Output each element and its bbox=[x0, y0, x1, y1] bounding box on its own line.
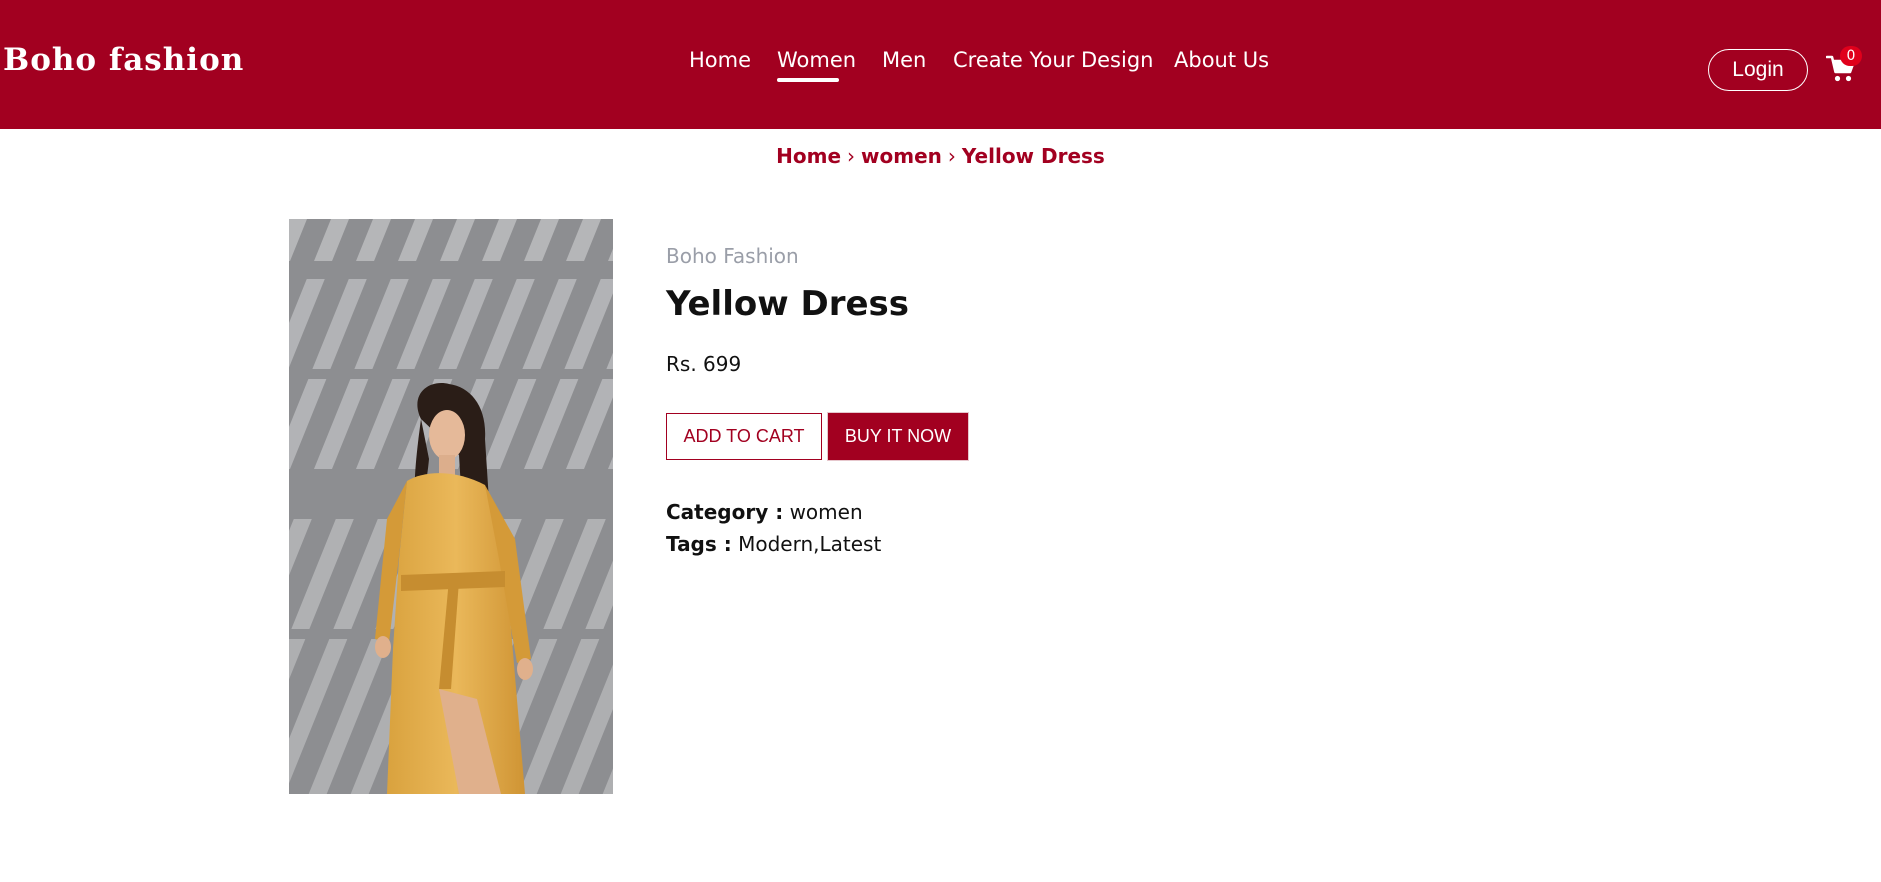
category-label: Category : bbox=[666, 500, 784, 524]
nav-about-us[interactable]: About Us bbox=[1174, 48, 1269, 72]
site-header: Boho fashion Home Women Men Create Your … bbox=[0, 0, 1881, 129]
product-photo bbox=[289, 219, 613, 794]
breadcrumb-home[interactable]: Home bbox=[776, 144, 841, 168]
product-tags: Tags : Modern,Latest bbox=[666, 532, 881, 556]
nav-home[interactable]: Home bbox=[689, 48, 751, 72]
breadcrumb-women[interactable]: women bbox=[861, 144, 942, 168]
cart-count-badge: 0 bbox=[1840, 46, 1862, 66]
nav-create-your-design[interactable]: Create Your Design bbox=[953, 48, 1153, 72]
breadcrumb-separator: › bbox=[847, 144, 856, 168]
breadcrumb-separator: › bbox=[947, 144, 956, 168]
breadcrumb-current: Yellow Dress bbox=[961, 144, 1105, 168]
nav-women[interactable]: Women bbox=[777, 48, 856, 82]
breadcrumb: Home › women › Yellow Dress bbox=[0, 144, 1881, 168]
product-title: Yellow Dress bbox=[666, 284, 909, 324]
product-brand: Boho Fashion bbox=[666, 244, 799, 268]
add-to-cart-button[interactable]: ADD TO CART bbox=[666, 413, 822, 460]
product-image bbox=[289, 219, 613, 794]
category-value: women bbox=[789, 500, 863, 524]
login-button[interactable]: Login bbox=[1708, 49, 1808, 91]
tags-label: Tags : bbox=[666, 532, 732, 556]
product-price: Rs. 699 bbox=[666, 352, 742, 376]
nav-men[interactable]: Men bbox=[882, 48, 926, 72]
buy-now-button[interactable]: BUY IT NOW bbox=[827, 412, 969, 461]
main-nav: Home Women Men Create Your Design About … bbox=[0, 48, 1881, 88]
product-category: Category : women bbox=[666, 500, 863, 524]
tags-value: Modern,Latest bbox=[738, 532, 882, 556]
